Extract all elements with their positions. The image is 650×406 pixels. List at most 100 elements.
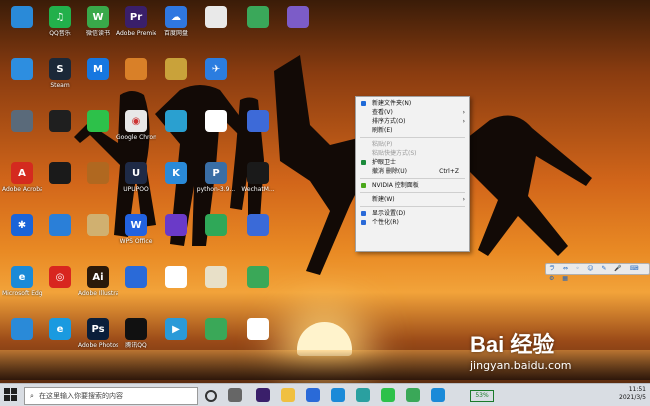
windows-start-icon[interactable] [4, 388, 18, 402]
desktop-icon[interactable]: ✱ [2, 214, 42, 258]
baidu-jingyan-watermark: Bai 经验 jingyan.baidu.com [470, 327, 640, 375]
mail-icon[interactable] [306, 388, 320, 402]
app-icon [247, 110, 269, 132]
desktop-icon[interactable] [238, 110, 278, 154]
desktop-icon[interactable] [116, 58, 156, 102]
desktop-icon[interactable]: A Adobe Acrobat DC [2, 162, 42, 206]
desktop-icon[interactable]: ◉ Google Chrome [116, 110, 156, 154]
desktop-icon[interactable] [196, 214, 236, 258]
desktop-icon[interactable]: Ai Adobe Illustrator [78, 266, 118, 310]
desktop-icon[interactable]: ✈ [196, 58, 236, 102]
menu-item-label: 新建(W) [372, 196, 395, 203]
context-menu-item[interactable]: 个性化(R) [356, 218, 469, 227]
context-menu-item[interactable]: 显示设置(D) [356, 209, 469, 218]
premiere-taskbar-icon[interactable] [256, 388, 270, 402]
desktop-icon-label: WechatM... [241, 186, 275, 193]
battery-indicator[interactable]: 53% [470, 390, 494, 402]
desktop-icon[interactable] [278, 6, 318, 50]
menu-item-label: 显示设置(D) [372, 210, 406, 217]
menu-item-label: 排序方式(O) [372, 118, 406, 125]
app-icon [165, 266, 187, 288]
search-icon: ⌕ [30, 392, 34, 400]
desktop-icon[interactable] [2, 58, 42, 102]
desktop-icon[interactable] [238, 318, 278, 362]
desktop-icon[interactable] [40, 110, 80, 154]
input-method-toolbar[interactable]: ラ ⇔ ◦ ☺ ✎ 🎤 ⌨ ⚙ ▦ [545, 263, 650, 282]
desktop-icon[interactable] [156, 266, 196, 310]
desktop-icon[interactable] [238, 6, 278, 50]
task-view-icon[interactable] [228, 388, 242, 402]
taskbar-app-icon[interactable] [406, 388, 420, 402]
desktop-icon[interactable]: Ps Adobe Photoshop [78, 318, 118, 362]
app-icon: ▶ [165, 318, 187, 340]
edge-taskbar-icon[interactable] [431, 388, 445, 402]
desktop-icon[interactable]: U UPUPOO [116, 162, 156, 206]
wechat-taskbar-icon[interactable] [381, 388, 395, 402]
desktop-icon[interactable] [196, 266, 236, 310]
context-menu-item[interactable]: 刷新(E) [356, 126, 469, 135]
desktop-icon[interactable] [116, 266, 156, 310]
app-icon: ◎ [49, 266, 71, 288]
context-menu-item[interactable]: 护眼卫士 [356, 158, 469, 167]
taskbar-search-input[interactable]: ⌕ 在这里输入你要搜索的内容 [24, 387, 198, 405]
desktop-icon[interactable]: M [78, 58, 118, 102]
desktop-icon[interactable] [40, 214, 80, 258]
cortana-icon[interactable] [205, 390, 217, 402]
desktop-icon[interactable] [40, 162, 80, 206]
app-icon [205, 6, 227, 28]
context-menu-item[interactable]: 新建文件夹(N) [356, 99, 469, 108]
desktop-icon-label: 百度网盘 [163, 30, 188, 37]
desktop-icon[interactable]: W 微信读书 [78, 6, 118, 50]
app-icon: ◉ [125, 110, 147, 132]
desktop-icon[interactable]: WechatM... [238, 162, 278, 206]
desktop-icon[interactable]: Pr Adobe Premiere [116, 6, 156, 50]
menu-item-label: 粘贴(P) [372, 141, 393, 148]
desktop-icon[interactable] [238, 214, 278, 258]
app-icon [125, 266, 147, 288]
desktop-icon[interactable]: S Steam [40, 58, 80, 102]
context-menu-item[interactable]: 排序方式(O) › [356, 117, 469, 126]
desktop-icon[interactable] [238, 266, 278, 310]
desktop-icon[interactable]: ☁ 百度网盘 [156, 6, 196, 50]
desktop-icon[interactable]: e [40, 318, 80, 362]
desktop-icon[interactable] [78, 214, 118, 258]
desktop-icon[interactable]: e Microsoft Edge [2, 266, 42, 310]
submenu-arrow-icon: › [462, 118, 465, 125]
desktop-icon[interactable]: Ppython-3.9... [196, 162, 236, 206]
desktop-icon[interactable]: K [156, 162, 196, 206]
desktop-icon[interactable]: W WPS Office [116, 214, 156, 258]
app-icon: Ai [87, 266, 109, 288]
menu-item-label: 撤消 删除(U) [372, 168, 407, 175]
app-icon [87, 110, 109, 132]
app-icon: A [11, 162, 33, 184]
app-icon: K [165, 162, 187, 184]
desktop-icon[interactable] [2, 110, 42, 154]
app-icon [247, 266, 269, 288]
desktop-icon[interactable] [2, 318, 42, 362]
taskbar-app-icon[interactable] [356, 388, 370, 402]
desktop-icon[interactable] [196, 318, 236, 362]
desktop-icon[interactable] [156, 58, 196, 102]
desktop-icon[interactable] [156, 110, 196, 154]
desktop-icon[interactable]: 腾讯QQ [116, 318, 156, 362]
context-menu-item[interactable]: 新建(W) › [356, 195, 469, 204]
desktop-icon[interactable]: ◎ [40, 266, 80, 310]
context-menu-item[interactable]: 撤消 删除(U) Ctrl+Z [356, 167, 469, 176]
desktop-icon[interactable]: ▶ [156, 318, 196, 362]
desktop-icon[interactable] [196, 6, 236, 50]
desktop-icon[interactable] [196, 110, 236, 154]
file-explorer-icon[interactable] [281, 388, 295, 402]
desktop-icon[interactable]: ♫ QQ音乐 [40, 6, 80, 50]
desktop-icon-label: Adobe Illustrator [78, 290, 118, 297]
desktop-icon[interactable] [78, 162, 118, 206]
menu-separator [360, 206, 465, 207]
context-menu-item[interactable]: 查看(V) › [356, 108, 469, 117]
desktop-icon[interactable] [2, 6, 42, 50]
taskbar-app-icon[interactable] [331, 388, 345, 402]
desktop-icon-label: 微信读书 [85, 30, 110, 37]
app-icon: W [87, 6, 109, 28]
context-menu-item[interactable]: NVIDIA 控制面板 [356, 181, 469, 190]
system-clock[interactable]: 11:51 2021/3/5 [619, 386, 646, 402]
desktop-icon[interactable] [156, 214, 196, 258]
desktop-icon[interactable] [78, 110, 118, 154]
